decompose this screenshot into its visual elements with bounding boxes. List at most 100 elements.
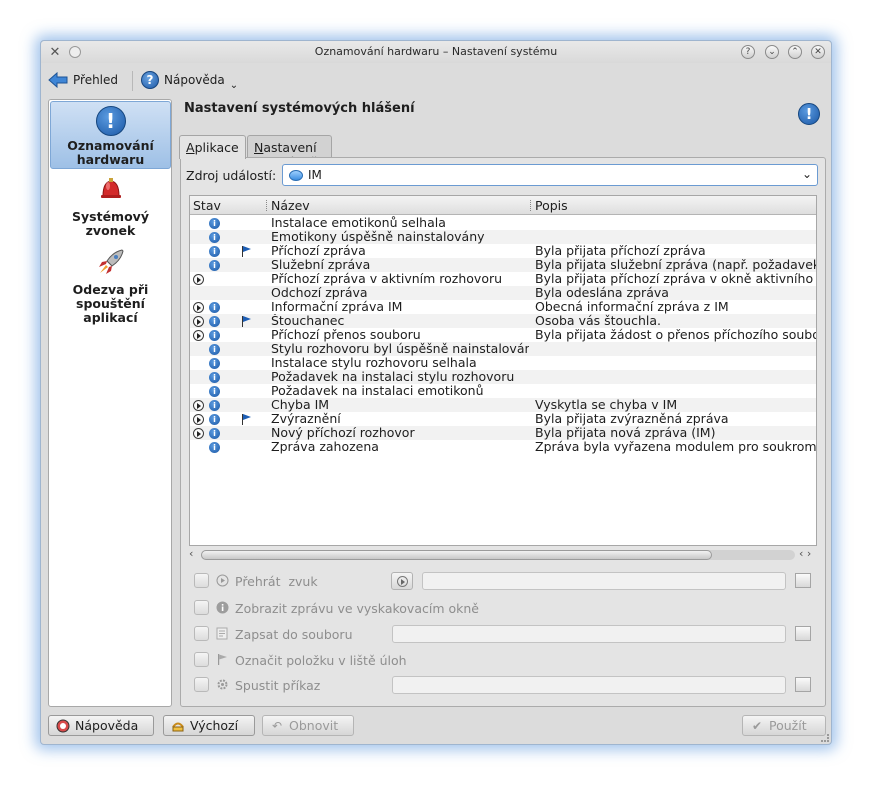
play-icon bbox=[193, 302, 204, 313]
table-row[interactable]: i Stylu rozhovoru byl úspěšně nainstalová… bbox=[190, 342, 816, 356]
event-description: Byla přijata příchozí zpráva v okně akti… bbox=[535, 272, 816, 286]
tab-mnemonic: N bbox=[254, 140, 264, 155]
chevron-down-icon: ⌄ bbox=[801, 167, 812, 181]
scrollbar-thumb[interactable] bbox=[201, 550, 712, 560]
horizontal-scrollbar[interactable]: ‹ ‹ › bbox=[189, 547, 817, 562]
reset-button[interactable]: ↶ Obnovit bbox=[262, 715, 354, 736]
play-sound-checkbox[interactable] bbox=[194, 573, 209, 588]
play-icon bbox=[193, 414, 204, 425]
table-row[interactable]: i Zpráva zahozena Zpráva byla vyřazena mod… bbox=[190, 440, 816, 454]
test-sound-button[interactable] bbox=[391, 572, 413, 590]
info-icon: i bbox=[209, 414, 220, 425]
column-header-description[interactable]: Popis bbox=[535, 198, 568, 213]
scroll-right-icon[interactable]: ‹ › bbox=[799, 547, 811, 560]
apply-button[interactable]: ✔ Použít bbox=[742, 715, 826, 736]
help-label: Nápověda bbox=[164, 73, 225, 87]
sidebar-item-system-bell[interactable]: Systémový zvonek bbox=[50, 176, 171, 238]
column-header-name[interactable]: Název bbox=[271, 198, 310, 213]
tab-mnemonic: A bbox=[186, 140, 195, 155]
mark-taskbar-checkbox[interactable] bbox=[194, 652, 209, 667]
event-name: Příchozí přenos souboru bbox=[271, 328, 421, 342]
overview-button[interactable]: Přehled bbox=[48, 69, 118, 91]
settings-window: ✕ Oznamování hardwaru – Nastavení systém… bbox=[40, 40, 832, 745]
option-run-command: Spustit příkaz bbox=[181, 674, 825, 696]
sidebar-item-label: Systémový zvonek bbox=[72, 209, 149, 238]
play-icon bbox=[193, 316, 204, 327]
event-name: Odchozí zpráva bbox=[271, 286, 368, 300]
minimize-button[interactable]: ⌄ bbox=[765, 45, 779, 59]
table-row[interactable]: i Služební zpráva Byla přijata služební zp… bbox=[190, 258, 816, 272]
open-file-icon[interactable] bbox=[795, 626, 811, 641]
event-name: Instalace stylu rozhovoru selhala bbox=[271, 356, 477, 370]
info-icon: i bbox=[209, 218, 220, 229]
table-row[interactable]: i Požadavek na instalaci stylu rozhovoru bbox=[190, 370, 816, 384]
sidebar-item-hardware-notifications[interactable]: ! Oznamování hardwaru bbox=[50, 101, 171, 169]
log-to-file-checkbox[interactable] bbox=[194, 626, 209, 641]
undo-icon: ↶ bbox=[271, 718, 283, 733]
info-icon bbox=[216, 601, 229, 614]
info-icon: i bbox=[209, 330, 220, 341]
defaults-icon bbox=[171, 719, 185, 733]
info-icon: i bbox=[209, 316, 220, 327]
help-button[interactable]: Nápověda bbox=[48, 715, 154, 736]
log-file-input[interactable] bbox=[392, 625, 786, 643]
info-icon: i bbox=[209, 358, 220, 369]
help-menu-button[interactable]: ? Nápověda ⌄ bbox=[141, 69, 238, 91]
event-name: Chyba IM bbox=[271, 398, 330, 412]
info-icon: ! bbox=[95, 106, 126, 136]
open-file-icon[interactable] bbox=[795, 573, 811, 588]
event-source-select[interactable]: IM ⌄ bbox=[282, 164, 818, 186]
table-row[interactable]: i Nový příchozí rozhovor Byla přijata nová… bbox=[190, 426, 816, 440]
help-window-button[interactable]: ? bbox=[741, 45, 755, 59]
scroll-left-icon[interactable]: ‹ bbox=[189, 547, 193, 560]
gear-icon bbox=[217, 679, 228, 690]
table-row[interactable]: i Emotikony úspěšně nainstalovány bbox=[190, 230, 816, 244]
show-popup-label: Zobrazit zprávu ve vyskakovacím okně bbox=[235, 601, 479, 616]
table-row[interactable]: i Instalace emotikonů selhala bbox=[190, 216, 816, 230]
tab-applications[interactable]: Aplikace bbox=[179, 135, 246, 159]
close-button[interactable]: ✕ bbox=[811, 45, 825, 59]
table-row[interactable]: i Chyba IM Vyskytla se chyba v IM bbox=[190, 398, 816, 412]
event-name: Informační zpráva IM bbox=[271, 300, 403, 314]
resize-grip[interactable] bbox=[821, 734, 829, 742]
show-popup-checkbox[interactable] bbox=[194, 600, 209, 615]
scrollbar-track[interactable] bbox=[201, 550, 795, 560]
maximize-button[interactable]: ⌃ bbox=[788, 45, 802, 59]
event-name: Stylu rozhovoru byl úspěšně nainstalován bbox=[271, 342, 529, 356]
info-icon: i bbox=[209, 344, 220, 355]
table-row[interactable]: i Informační zpráva IM Obecná informační z… bbox=[190, 300, 816, 314]
event-name: Zpráva zahozena bbox=[271, 440, 379, 454]
play-icon bbox=[193, 428, 204, 439]
column-header-status[interactable]: Stav bbox=[193, 198, 221, 213]
option-show-popup: Zobrazit zprávu ve vyskakovacím okně bbox=[181, 597, 825, 619]
sidebar-item-launch-feedback[interactable]: Odezva při spouštění aplikací bbox=[50, 247, 171, 327]
events-table[interactable]: Stav Název Popis i Instalace emotikonů se… bbox=[189, 195, 817, 546]
info-icon: i bbox=[209, 372, 220, 383]
table-row[interactable]: i Příchozí přenos souboru Byla přijata žád… bbox=[190, 328, 816, 342]
table-row[interactable]: i Štouchanec Osoba vás štouchla. bbox=[190, 314, 816, 328]
table-row[interactable]: i Příchozí zpráva Byla přijata příchozí zp… bbox=[190, 244, 816, 258]
open-file-icon[interactable] bbox=[795, 677, 811, 692]
table-row[interactable]: Odchozí zpráva Byla odeslána zpráva bbox=[190, 286, 816, 300]
event-description: Byla přijata služební zpráva (např. poža… bbox=[535, 258, 816, 272]
defaults-button[interactable]: Výchozí bbox=[163, 715, 255, 736]
info-icon: i bbox=[209, 400, 220, 411]
run-command-checkbox[interactable] bbox=[194, 677, 209, 692]
play-sound-label: Přehrát zvuk bbox=[235, 574, 318, 589]
sound-file-input[interactable] bbox=[422, 572, 786, 590]
tab-player-settings[interactable]: Nastavení přehrávače bbox=[247, 135, 332, 170]
table-row[interactable]: i Zvýraznění Byla přijata zvýrazněná zpráv… bbox=[190, 412, 816, 426]
toolbar-separator bbox=[132, 71, 133, 91]
table-row[interactable]: i Požadavek na instalaci emotikonů bbox=[190, 384, 816, 398]
table-row[interactable]: i Instalace stylu rozhovoru selhala bbox=[190, 356, 816, 370]
info-icon: i bbox=[209, 232, 220, 243]
event-name: Zvýraznění bbox=[271, 412, 341, 426]
chevron-down-icon: ⌄ bbox=[229, 79, 239, 91]
command-input[interactable] bbox=[392, 676, 786, 694]
event-description: Zpráva byla vyřazena modulem pro soukrom… bbox=[535, 440, 816, 454]
flag-icon bbox=[241, 414, 251, 425]
option-play-sound: Přehrát zvuk bbox=[181, 570, 825, 592]
table-row[interactable]: Příchozí zpráva v aktivním rozhovoru Byla… bbox=[190, 272, 816, 286]
reset-button-label: Obnovit bbox=[289, 718, 339, 733]
event-name: Příchozí zpráva bbox=[271, 244, 366, 258]
